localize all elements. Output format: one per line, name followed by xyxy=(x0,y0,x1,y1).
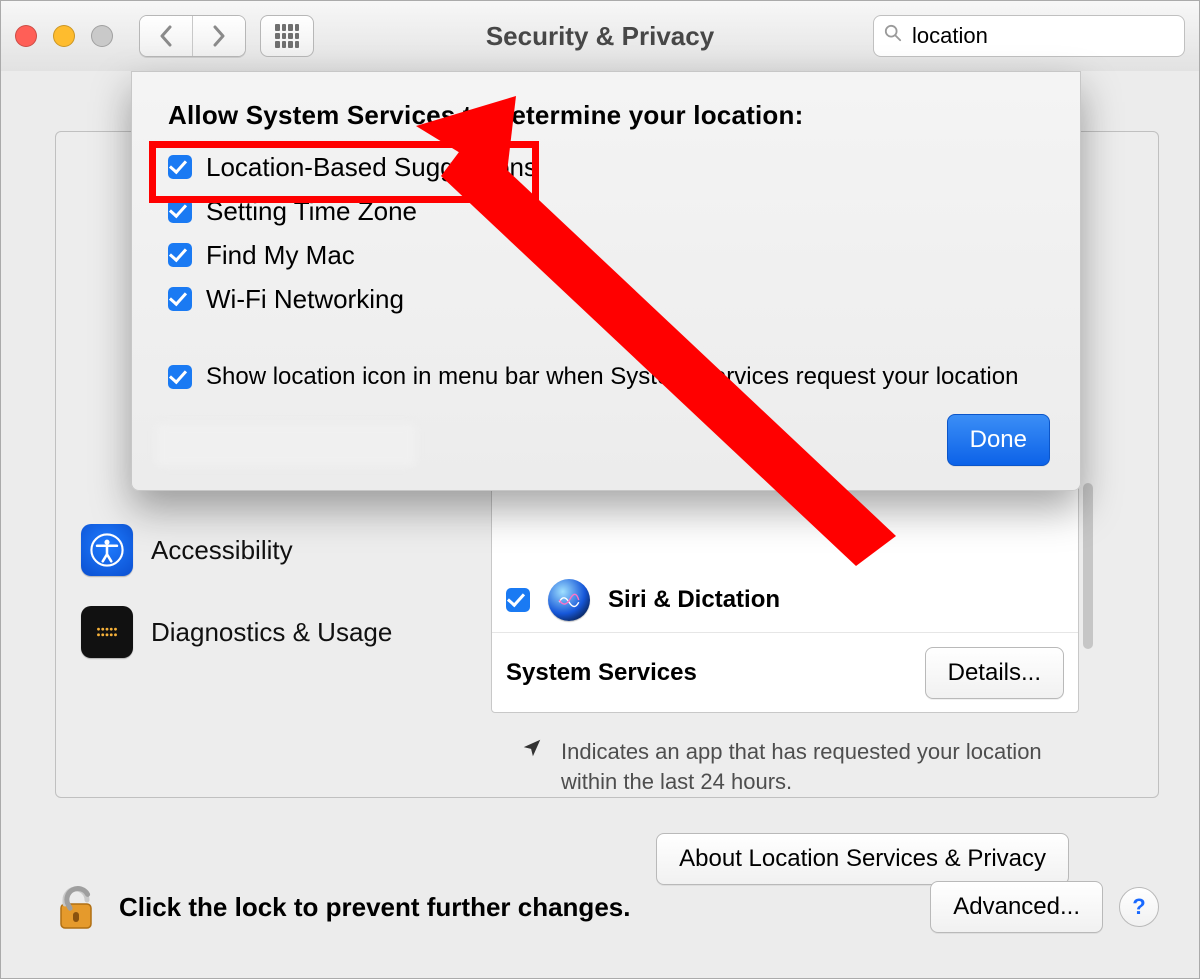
help-button[interactable]: ? xyxy=(1119,887,1159,927)
checkbox-location-based-suggestions[interactable] xyxy=(168,155,192,179)
option-label: Location-Based Suggestions xyxy=(206,152,537,183)
app-row-siri[interactable]: Siri & Dictation xyxy=(492,568,1078,632)
checkbox-find-my-mac[interactable] xyxy=(168,243,192,267)
app-row-label: Siri & Dictation xyxy=(608,586,780,614)
redacted-region xyxy=(156,424,416,466)
diagnostics-icon xyxy=(81,606,133,658)
footer-bar: Click the lock to prevent further change… xyxy=(55,872,1159,942)
system-services-label: System Services xyxy=(506,659,697,687)
back-button[interactable] xyxy=(140,16,192,56)
checkbox-setting-time-zone[interactable] xyxy=(168,199,192,223)
system-services-sheet: Allow System Services to determine your … xyxy=(131,71,1081,491)
minimize-window-button[interactable] xyxy=(53,25,75,47)
search-input[interactable] xyxy=(910,22,1200,50)
option-label: Wi-Fi Networking xyxy=(206,284,404,315)
option-wifi-networking[interactable]: Wi-Fi Networking xyxy=(168,277,1044,321)
accessibility-icon xyxy=(81,524,133,576)
grid-icon xyxy=(275,24,299,48)
sidebar-item-accessibility[interactable]: Accessibility xyxy=(81,509,431,591)
sidebar-item-diagnostics[interactable]: Diagnostics & Usage xyxy=(81,591,431,673)
option-label: Find My Mac xyxy=(206,240,355,271)
lock-icon[interactable] xyxy=(55,882,97,932)
option-label: Show location icon in menu bar when Syst… xyxy=(206,363,1018,391)
siri-icon xyxy=(548,579,590,621)
location-arrow-icon xyxy=(521,737,543,767)
show-all-button[interactable] xyxy=(260,15,314,57)
app-list-box: Siri & Dictation System Services Details… xyxy=(491,481,1079,713)
details-button[interactable]: Details... xyxy=(925,647,1064,699)
search-field[interactable]: ✕ xyxy=(873,15,1185,57)
close-window-button[interactable] xyxy=(15,25,37,47)
checkbox-show-location-icon[interactable] xyxy=(168,365,192,389)
app-list-scrollbar[interactable] xyxy=(1083,483,1093,649)
sidebar-item-label: Accessibility xyxy=(151,535,293,566)
checkbox-wifi-networking[interactable] xyxy=(168,287,192,311)
option-label: Setting Time Zone xyxy=(206,196,417,227)
sidebar-item-label: Diagnostics & Usage xyxy=(151,617,392,648)
lock-message: Click the lock to prevent further change… xyxy=(119,892,630,923)
forward-button[interactable] xyxy=(192,16,245,56)
titlebar: Security & Privacy ✕ xyxy=(1,1,1199,72)
option-show-location-icon-menubar[interactable]: Show location icon in menu bar when Syst… xyxy=(168,363,1044,391)
footnote-text: Indicates an app that has requested your… xyxy=(561,737,1079,796)
advanced-button[interactable]: Advanced... xyxy=(930,881,1103,933)
option-setting-time-zone[interactable]: Setting Time Zone xyxy=(168,189,1044,233)
search-icon xyxy=(884,24,902,48)
traffic-lights xyxy=(15,25,113,47)
option-location-based-suggestions[interactable]: Location-Based Suggestions xyxy=(168,145,1044,189)
option-find-my-mac[interactable]: Find My Mac xyxy=(168,233,1044,277)
nav-buttons xyxy=(139,15,246,57)
location-indicator-footnote: Indicates an app that has requested your… xyxy=(521,737,1079,796)
preferences-window: Security & Privacy ✕ Location Services C… xyxy=(0,0,1200,979)
done-button[interactable]: Done xyxy=(947,414,1050,466)
sheet-heading: Allow System Services to determine your … xyxy=(168,100,1044,131)
siri-location-checkbox[interactable] xyxy=(506,588,530,612)
zoom-window-button[interactable] xyxy=(91,25,113,47)
system-services-row: System Services Details... xyxy=(492,632,1078,713)
